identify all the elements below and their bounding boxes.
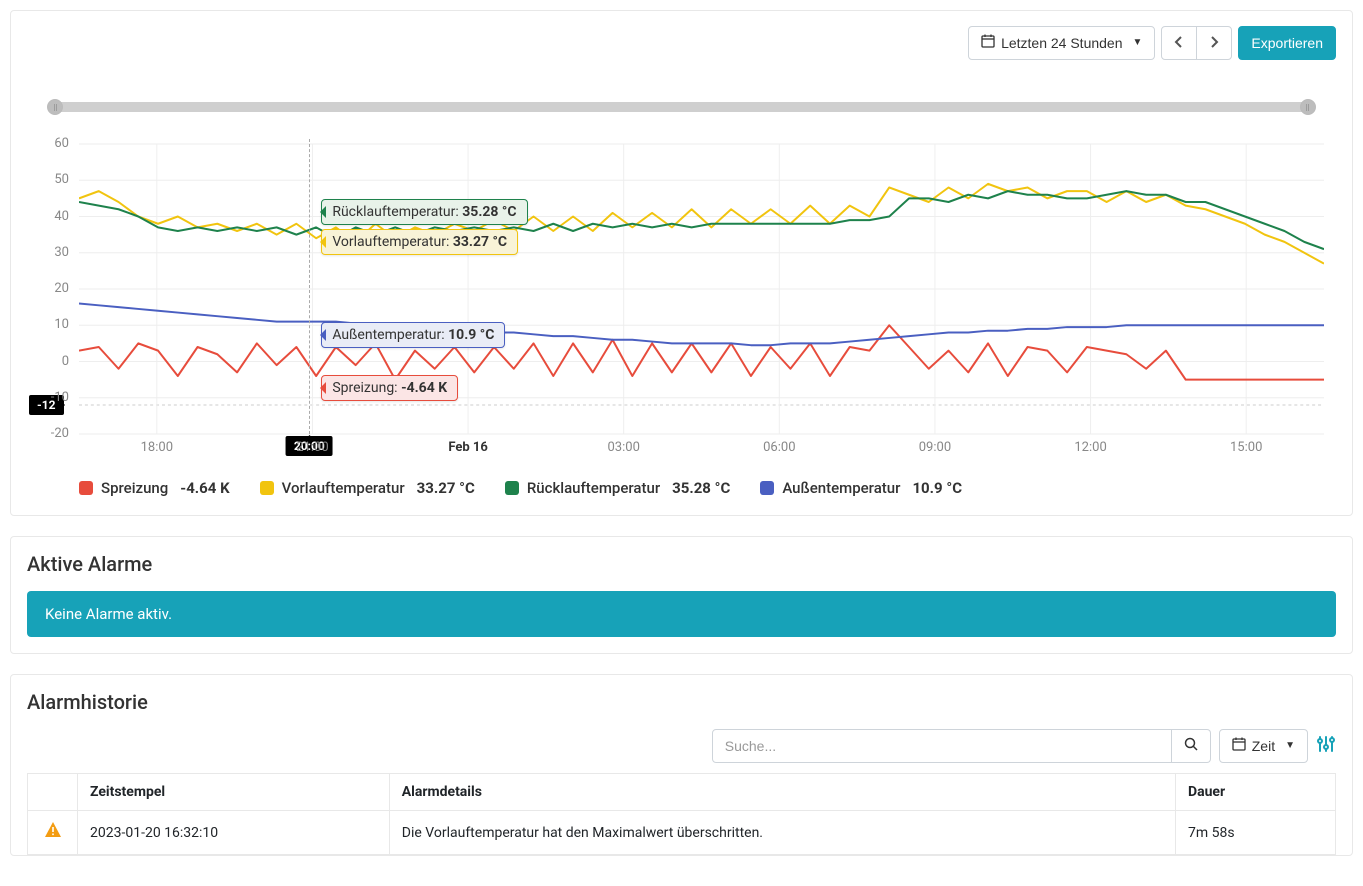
tooltip-value: -4.64 K [401,380,447,396]
row-duration: 7m 58s [1176,811,1336,855]
active-alarms-card: Aktive Alarme Keine Alarme aktiv. [10,536,1353,654]
calendar-icon [981,33,995,53]
chart-toolbar: Letzten 24 Stunden ▼ Exportieren [19,26,1344,60]
column-settings-icon[interactable] [1316,734,1336,759]
x-tick-label: Feb 16 [448,440,487,455]
x-tick-label: 21:00 [296,440,328,455]
row-details: Die Vorlauftemperatur hat den Maximalwer… [389,811,1175,855]
search-input[interactable] [712,729,1172,763]
x-tick-label: 09:00 [919,440,951,455]
legend-label: Vorlauftemperatur [282,479,405,497]
time-filter-label: Zeit [1252,736,1275,756]
y-tick-label: -10 [19,390,69,405]
legend-swatch [260,481,274,495]
x-tick-label: 18:00 [141,440,173,455]
y-tick-label: -20 [19,426,69,441]
chart-area[interactable]: -12 20:00 Rücklauftemperatur: 35.28 °CVo… [19,139,1344,469]
legend-label: Außentemperatur [782,479,900,497]
y-tick-label: 60 [19,136,69,151]
caret-down-icon: ▼ [1285,736,1295,756]
calendar-icon [1232,736,1246,756]
y-tick-label: 0 [19,354,69,369]
active-alarms-title: Aktive Alarme [27,552,1336,576]
tooltip-value: 35.28 °C [462,204,516,220]
col-timestamp[interactable]: Zeitstempel [78,774,390,811]
tooltip-value: 10.9 °C [448,327,494,343]
chart-tooltip: Spreizung: -4.64 K [321,375,458,401]
no-alarms-text: Keine Alarme aktiv. [45,605,172,623]
prev-range-button[interactable] [1161,26,1197,60]
search-button[interactable] [1172,729,1211,763]
alarm-history-card: Alarmhistorie Zeit ▼ [10,674,1353,856]
tooltip-label: Spreizung: [332,380,401,396]
legend-label: Rücklauftemperatur [527,479,660,497]
chart-card: Letzten 24 Stunden ▼ Exportieren || || [10,10,1353,516]
search-icon [1184,736,1198,756]
next-range-button[interactable] [1196,26,1232,60]
timerange-nav [1161,26,1232,60]
col-duration[interactable]: Dauer [1176,774,1336,811]
warning-icon [44,823,62,844]
legend-item[interactable]: Spreizung -4.64 K [79,479,230,497]
legend-item[interactable]: Vorlauftemperatur 33.27 °C [260,479,475,497]
legend-item[interactable]: Rücklauftemperatur 35.28 °C [505,479,730,497]
alarm-history-title: Alarmhistorie [27,690,1336,714]
legend-swatch [505,481,519,495]
y-tick-label: 50 [19,172,69,187]
legend-value: 10.9 °C [912,479,962,497]
export-label: Exportieren [1251,33,1323,53]
col-icon[interactable] [28,774,78,811]
search-group [712,729,1211,763]
y-tick-label: 30 [19,245,69,260]
timerange-label: Letzten 24 Stunden [1001,33,1122,53]
line-chart-svg [79,139,1324,469]
x-axis-labels: 18:00 21:00 Feb 16 03:00 06:00 09:00 12:00 15:0… [79,440,1324,460]
y-tick-label: 10 [19,317,69,332]
chart-crosshair [309,139,310,434]
legend-label: Spreizung [101,479,168,497]
chevron-left-icon [1174,33,1184,53]
tooltip-value: 33.27 °C [453,234,507,250]
x-tick-label: 15:00 [1230,440,1262,455]
row-icon-cell [28,811,78,855]
tooltip-label: Rücklauftemperatur: [332,204,462,220]
row-timestamp: 2023-01-20 16:32:10 [78,811,390,855]
legend-swatch [79,481,93,495]
time-range-slider[interactable]: || || [49,100,1314,114]
col-details[interactable]: Alarmdetails [389,774,1175,811]
legend-value: -4.64 K [180,479,229,497]
export-button[interactable]: Exportieren [1238,26,1336,60]
legend-value: 35.28 °C [672,479,730,497]
chart-tooltip: Außentemperatur: 10.9 °C [321,322,505,348]
legend-item[interactable]: Außentemperatur 10.9 °C [760,479,962,497]
history-toolbar: Zeit ▼ [27,729,1336,763]
y-tick-label: 20 [19,281,69,296]
chart-tooltip: Vorlauftemperatur: 33.27 °C [321,229,518,255]
tooltip-label: Vorlauftemperatur: [332,234,453,250]
slider-handle-right[interactable]: || [1300,99,1316,115]
slider-track [49,102,1314,112]
time-filter-dropdown[interactable]: Zeit ▼ [1219,729,1308,763]
table-header-row: Zeitstempel Alarmdetails Dauer [28,774,1336,811]
x-tick-label: 12:00 [1074,440,1106,455]
tooltip-label: Außentemperatur: [332,327,448,343]
slider-handle-left[interactable]: || [47,99,63,115]
alarm-history-table: Zeitstempel Alarmdetails Dauer 2023-01-2… [27,773,1336,855]
y-tick-label: 40 [19,209,69,224]
table-row[interactable]: 2023-01-20 16:32:10 Die Vorlauftemperatu… [28,811,1336,855]
x-tick-label: 03:00 [608,440,640,455]
chart-tooltip: Rücklauftemperatur: 35.28 °C [321,199,527,225]
legend-swatch [760,481,774,495]
caret-down-icon: ▼ [1133,33,1143,53]
chart-legend: Spreizung -4.64 K Vorlauftemperatur 33.2… [19,469,1344,507]
legend-value: 33.27 °C [417,479,475,497]
chevron-right-icon [1209,33,1219,53]
timerange-dropdown[interactable]: Letzten 24 Stunden ▼ [968,26,1155,60]
no-active-alarms-banner: Keine Alarme aktiv. [27,591,1336,637]
x-tick-label: 06:00 [763,440,795,455]
